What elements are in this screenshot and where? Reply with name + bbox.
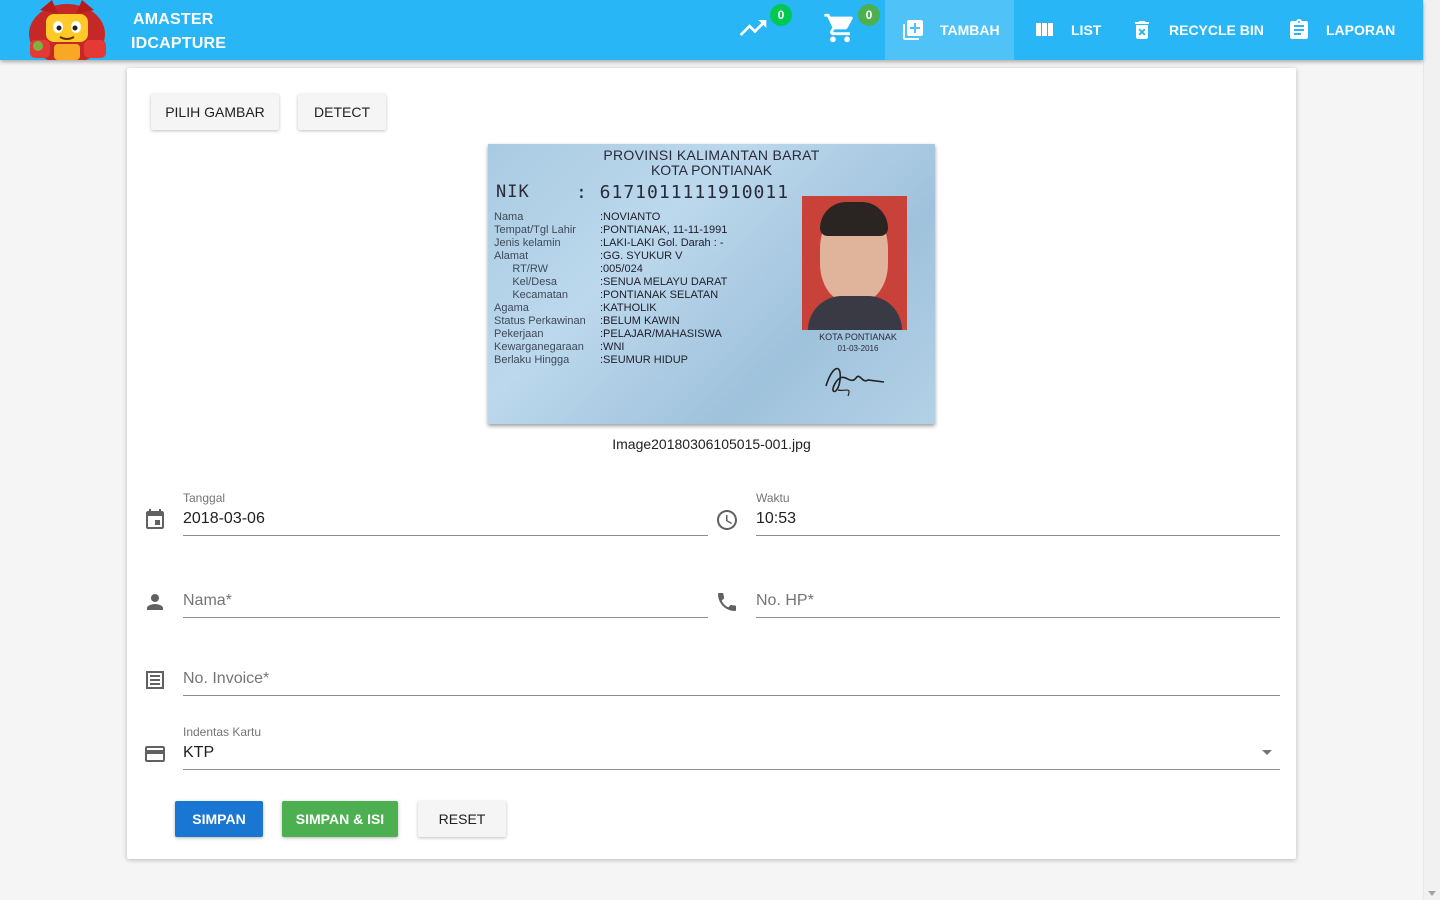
card-row-value: :KATHOLIK [600,302,657,314]
image-filename: Image20180306105015-001.jpg [612,436,811,452]
nav-laporan[interactable]: LAPORAN [1271,0,1395,60]
card-row-key: Tempat/Tgl Lahir [494,224,576,236]
card-row: Status Perkawinan :BELUM KAWIN [494,315,814,328]
kartu-value: KTP [183,744,215,761]
credit-card-icon [143,742,167,766]
card-issue-date: 01-03-2016 [837,344,879,353]
phone-icon [715,590,739,614]
clipboard-icon [1287,18,1311,42]
vertical-scrollbar[interactable] [1423,0,1440,900]
nama-field[interactable]: Nama* [183,578,708,618]
card-row-value: :NOVIANTO [600,211,661,223]
detect-button[interactable]: DETECT [298,94,386,130]
reset-button[interactable]: RESET [418,801,506,837]
card-row-key: Nama [494,211,524,223]
trend-badge: 0 [770,4,792,26]
cart-button[interactable]: 0 [810,0,880,60]
nav-laporan-label: LAPORAN [1326,22,1396,38]
card-issue-city: KOTA PONTIANAK [819,332,897,342]
hp-placeholder: No. HP* [756,592,814,609]
nav-tambah-label: TAMBAH [940,22,1000,38]
card-row-key: Agama [494,302,529,314]
nav-recycle-bin-label: RECYCLE BIN [1169,22,1264,38]
card-nik-label: NIK [496,182,530,202]
card-row-key: Jenis kelamin [494,237,561,249]
card-row: Kel/Desa :SENUA MELAYU DARAT [494,276,814,289]
card-row-value: :WNI [600,341,625,353]
id-card-image: PROVINSI KALIMANTAN BARAT KOTA PONTIANAK… [488,144,935,424]
card-photo [802,196,907,330]
simpan-button[interactable]: SIMPAN [175,801,263,837]
card-row: RT/RW :005/024 [494,263,814,276]
receipt-icon [143,668,167,692]
dropdown-arrow-icon[interactable] [1262,750,1272,755]
brand-title: AMASTER IDCAPTURE [131,8,227,56]
capture-card: PILIH GAMBAR DETECT PROVINSI KALIMANTAN … [127,68,1296,859]
delete-icon [1130,18,1154,42]
card-row-key: Status Perkawinan [494,315,586,327]
card-row: Kewarganegaraan :WNI [494,341,814,354]
card-row: Alamat :GG. SYUKUR V [494,250,814,263]
trending-button[interactable]: 0 [723,0,792,60]
brand-line1: AMASTER [133,11,214,28]
card-row-key: RT/RW [494,263,548,275]
card-province: PROVINSI KALIMANTAN BARAT [603,147,820,163]
card-row-value: :PONTIANAK, 11-11-1991 [600,224,728,236]
card-row: Berlaku Hingga :SEUMUR HIDUP [494,354,814,367]
scroll-down-icon[interactable] [1428,891,1436,896]
nav-list-label: LIST [1071,22,1102,38]
card-row-value: :SEUMUR HIDUP [600,354,689,366]
tanggal-field[interactable]: 2018-03-06 [183,496,708,536]
mascot-logo[interactable] [18,0,116,60]
card-row-value: :LAKI-LAKI Gol. Darah : - [600,237,724,249]
signature-icon [818,356,888,406]
waktu-field[interactable]: 10:53 [756,496,1280,536]
card-row-key: Berlaku Hingga [494,354,570,366]
card-row-key: Kecamatan [494,289,568,301]
simpan-isi-button[interactable]: SIMPAN & ISI [282,801,398,837]
add-box-icon [901,18,925,42]
photo-shirt [808,296,902,330]
nama-placeholder: Nama* [183,592,232,609]
app-bar: AMASTER IDCAPTURE 0 0 TAMBAH LIST RECYCL… [0,0,1423,60]
invoice-field[interactable]: No. Invoice* [183,656,1280,696]
nav-list[interactable]: LIST [1016,0,1101,60]
waktu-value: 10:53 [756,510,797,527]
photo-hair [820,202,888,236]
card-row: Agama :KATHOLIK [494,302,814,315]
view-column-icon [1032,18,1056,42]
card-row: Pekerjaan :PELAJAR/MAHASISWA [494,328,814,341]
cart-icon [823,11,857,50]
nav-recycle-bin[interactable]: RECYCLE BIN [1114,0,1264,60]
kartu-select[interactable]: KTP [183,730,1280,770]
trending-up-icon [737,12,769,49]
card-row: Jenis kelamin :LAKI-LAKI Gol. Darah : - [494,237,814,250]
card-row-value: :SENUA MELAYU DARAT [600,276,728,288]
card-row-value: :PELAJAR/MAHASISWA [600,328,722,340]
card-row: Tempat/Tgl Lahir :PONTIANAK, 11-11-1991 [494,224,814,237]
card-row-key: Kel/Desa [494,276,557,288]
card-nik: : 6171011111910011 [576,182,790,203]
clock-icon [715,508,739,532]
card-row-key: Kewarganegaraan [494,341,584,353]
invoice-placeholder: No. Invoice* [183,670,270,687]
card-row-key: Pekerjaan [494,328,544,340]
card-row-value: :BELUM KAWIN [600,315,680,327]
card-row-key: Alamat [494,250,529,262]
card-row: Nama :NOVIANTO [494,211,814,224]
card-city: KOTA PONTIANAK [650,162,773,178]
card-row-value: :PONTIANAK SELATAN [600,289,719,301]
brand-line2: IDCAPTURE [131,35,227,52]
nav-tambah[interactable]: TAMBAH [885,0,1014,60]
pick-image-button[interactable]: PILIH GAMBAR [151,94,279,130]
person-icon [143,590,167,614]
hp-field[interactable]: No. HP* [756,578,1280,618]
card-row-value: :GG. SYUKUR V [600,250,683,262]
card-row-value: :005/024 [600,263,643,275]
tanggal-value: 2018-03-06 [183,510,265,527]
calendar-icon [143,508,167,532]
card-row: Kecamatan :PONTIANAK SELATAN [494,289,814,302]
cart-badge: 0 [858,4,880,26]
